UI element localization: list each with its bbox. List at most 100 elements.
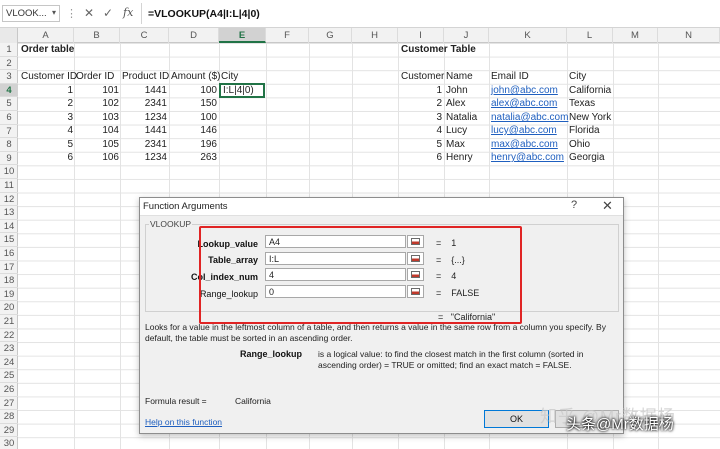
customer-cell[interactable]: Ohio [567, 138, 592, 152]
column-header-l[interactable]: L [567, 28, 613, 43]
order-header-cell[interactable]: Amount ($) [169, 70, 222, 84]
order-header-cell[interactable]: Customer ID [19, 70, 79, 84]
row-header-28[interactable]: 28 [0, 410, 18, 424]
column-header-g[interactable]: G [309, 28, 352, 43]
formula-input[interactable]: =VLOOKUP(A4|I:L|4|0) [148, 8, 260, 20]
column-header-f[interactable]: F [266, 28, 309, 43]
order-cell[interactable]: 4 [19, 124, 75, 138]
row-header-26[interactable]: 26 [0, 383, 18, 397]
customer-header-cell[interactable]: Customer [399, 70, 446, 84]
row-header-19[interactable]: 19 [0, 288, 18, 302]
order-cell[interactable]: 2341 [121, 138, 169, 152]
help-icon[interactable]: ? [571, 199, 577, 211]
select-all-corner[interactable] [0, 28, 18, 43]
customer-cell[interactable]: New York [567, 111, 613, 125]
column-header-i[interactable]: I [398, 28, 444, 43]
order-cell[interactable]: 106 [75, 151, 121, 165]
customer-cell[interactable]: 5 [399, 138, 444, 152]
column-header-h[interactable]: H [352, 28, 398, 43]
customer-cell[interactable]: Florida [567, 124, 602, 138]
row-header-8[interactable]: 8 [0, 138, 18, 152]
close-icon[interactable]: ✕ [602, 198, 613, 214]
row-header-23[interactable]: 23 [0, 342, 18, 356]
customer-cell[interactable]: Henry [444, 151, 475, 165]
customer-cell[interactable]: 4 [399, 124, 444, 138]
order-cell[interactable]: 196 [169, 138, 219, 152]
customer-cell[interactable]: John [444, 84, 470, 98]
customer-cell[interactable]: California [567, 84, 613, 98]
enter-icon[interactable]: ✓ [103, 6, 113, 20]
order-cell[interactable]: 2 [19, 97, 75, 111]
row-header-17[interactable]: 17 [0, 261, 18, 275]
order-cell[interactable]: 1 [19, 84, 75, 98]
row-header-25[interactable]: 25 [0, 369, 18, 383]
row-header-20[interactable]: 20 [0, 301, 18, 315]
column-header-j[interactable]: J [444, 28, 489, 43]
customer-cell[interactable]: Georgia [567, 151, 607, 165]
order-cell[interactable]: 146 [169, 124, 219, 138]
order-cell[interactable]: 103 [75, 111, 121, 125]
chevron-down-icon[interactable]: ▾ [52, 8, 56, 17]
order-cell[interactable]: 101 [75, 84, 121, 98]
order-cell[interactable]: 100 [169, 111, 219, 125]
order-cell[interactable]: 3 [19, 111, 75, 125]
active-cell-editor[interactable]: I:L|4|0) [219, 83, 265, 98]
order-cell[interactable]: 150 [169, 97, 219, 111]
row-header-30[interactable]: 30 [0, 437, 18, 449]
customer-cell[interactable]: Natalia [444, 111, 479, 125]
column-header-d[interactable]: D [169, 28, 219, 43]
name-box[interactable]: VLOOK... ▾ [2, 5, 60, 22]
customer-cell[interactable]: Lucy [444, 124, 469, 138]
order-header-cell[interactable]: Order ID [74, 70, 116, 84]
order-cell[interactable]: 1441 [121, 124, 169, 138]
customer-header-cell[interactable]: Email ID [489, 70, 531, 84]
customer-cell[interactable]: 2 [399, 97, 444, 111]
row-header-15[interactable]: 15 [0, 233, 18, 247]
row-header-7[interactable]: 7 [0, 125, 18, 139]
row-header-16[interactable]: 16 [0, 247, 18, 261]
row-header-27[interactable]: 27 [0, 397, 18, 411]
insert-function-icon[interactable]: fx [123, 6, 133, 19]
customer-cell[interactable]: 1 [399, 84, 444, 98]
email-link[interactable]: natalia@abc.com [489, 111, 570, 125]
column-header-b[interactable]: B [74, 28, 120, 43]
row-header-22[interactable]: 22 [0, 329, 18, 343]
email-link[interactable]: lucy@abc.com [489, 124, 559, 138]
customer-cell[interactable]: Max [444, 138, 467, 152]
order-cell[interactable]: 6 [19, 151, 75, 165]
column-header-a[interactable]: A [18, 28, 74, 43]
row-header-24[interactable]: 24 [0, 356, 18, 370]
row-header-12[interactable]: 12 [0, 193, 18, 207]
customer-cell[interactable]: Alex [444, 97, 467, 111]
order-cell[interactable]: 2341 [121, 97, 169, 111]
customer-cell[interactable]: 6 [399, 151, 444, 165]
customer-cell[interactable]: Texas [567, 97, 597, 111]
order-header-cell[interactable]: City [219, 70, 240, 84]
column-header-n[interactable]: N [658, 28, 720, 43]
order-cell[interactable]: 104 [75, 124, 121, 138]
row-header-9[interactable]: 9 [0, 152, 18, 166]
email-link[interactable]: max@abc.com [489, 138, 560, 152]
row-header-2[interactable]: 2 [0, 57, 18, 71]
row-header-3[interactable]: 3 [0, 70, 18, 84]
row-header-29[interactable]: 29 [0, 424, 18, 438]
order-cell[interactable]: 1441 [121, 84, 169, 98]
customer-cell[interactable]: 3 [399, 111, 444, 125]
customer-header-cell[interactable]: City [567, 70, 588, 84]
column-header-c[interactable]: C [120, 28, 169, 43]
row-header-4[interactable]: 4 [0, 83, 18, 98]
row-header-6[interactable]: 6 [0, 111, 18, 125]
order-cell[interactable]: 263 [169, 151, 219, 165]
email-link[interactable]: henry@abc.com [489, 151, 566, 165]
help-on-function-link[interactable]: Help on this function [145, 417, 222, 427]
row-header-5[interactable]: 5 [0, 97, 18, 111]
order-cell[interactable]: 100 [169, 84, 219, 98]
order-cell[interactable]: 1234 [121, 151, 169, 165]
column-header-k[interactable]: K [489, 28, 567, 43]
order-cell[interactable]: 5 [19, 138, 75, 152]
dialog-title-bar[interactable]: Function Arguments ? ✕ [140, 198, 623, 216]
row-header-18[interactable]: 18 [0, 274, 18, 288]
order-cell[interactable]: 102 [75, 97, 121, 111]
customer-header-cell[interactable]: Name [444, 70, 475, 84]
email-link[interactable]: alex@abc.com [489, 97, 559, 111]
